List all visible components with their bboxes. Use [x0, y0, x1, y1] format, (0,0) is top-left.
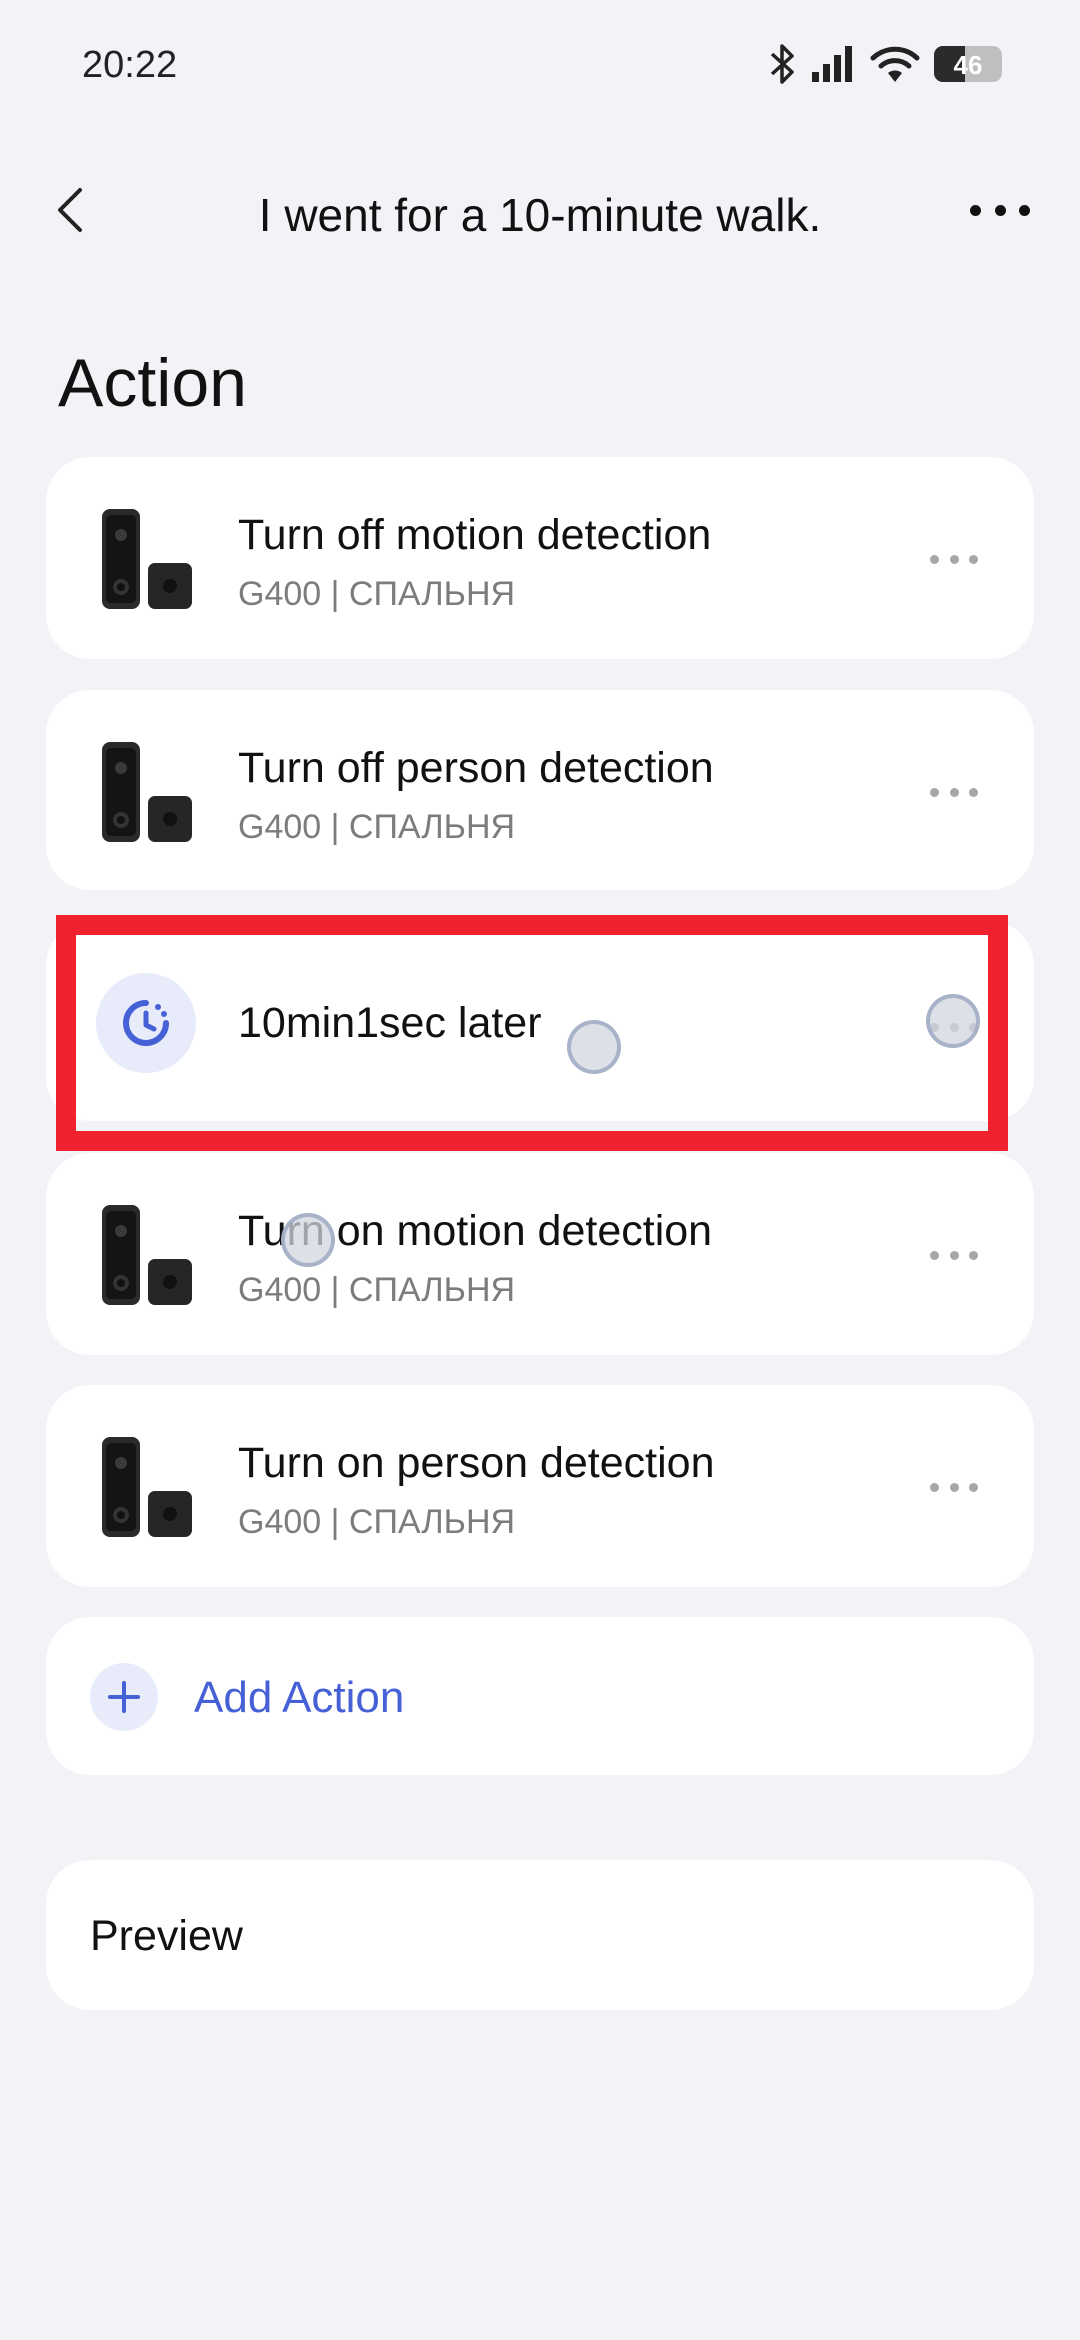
action-title: Turn off person detection	[238, 744, 714, 792]
action-subtitle: G400 | СПАЛЬНЯ	[238, 575, 516, 613]
more-horizontal-icon	[970, 204, 981, 216]
action-menu-button[interactable]	[930, 549, 978, 569]
touch-indicator	[281, 1213, 335, 1267]
action-title: Turn on person detection	[238, 1439, 715, 1487]
more-horizontal-icon	[930, 787, 939, 797]
status-bar: 20:22 46	[0, 0, 1080, 132]
action-subtitle: G400 | СПАЛЬНЯ	[238, 808, 516, 846]
screen: 20:22 46 I went for a 10-minute walk. Ac…	[0, 0, 1080, 2340]
touch-indicator	[567, 1020, 621, 1074]
bluetooth-icon	[768, 42, 796, 86]
doorbell-camera-icon	[96, 1203, 196, 1307]
wifi-icon	[870, 44, 920, 84]
action-subtitle: G400 | СПАЛЬНЯ	[238, 1271, 516, 1309]
status-time: 20:22	[82, 44, 178, 86]
preview-label: Preview	[90, 1912, 243, 1960]
action-title: 10min1sec later	[238, 999, 542, 1047]
action-card-delay-timer[interactable]: 10min1sec later	[46, 921, 1034, 1121]
preview-button[interactable]: Preview	[46, 1860, 1034, 2010]
action-menu-button[interactable]	[930, 1245, 978, 1265]
doorbell-camera-icon	[96, 740, 196, 844]
action-card-turn-off-person-detection[interactable]: Turn off person detection G400 | СПАЛЬНЯ	[46, 690, 1034, 890]
more-horizontal-icon	[930, 1250, 939, 1260]
more-button[interactable]	[970, 190, 1030, 230]
battery-level: 46	[953, 50, 983, 80]
doorbell-camera-icon	[96, 1435, 196, 1539]
back-button[interactable]	[46, 182, 102, 238]
battery-icon: 46	[934, 46, 1002, 82]
more-horizontal-icon	[930, 554, 939, 564]
action-menu-button[interactable]	[930, 782, 978, 802]
touch-indicator	[926, 994, 980, 1048]
cellular-signal-icon	[810, 44, 856, 84]
action-title: Turn off motion detection	[238, 511, 712, 559]
action-menu-button[interactable]	[930, 1477, 978, 1497]
doorbell-camera-icon	[96, 507, 196, 611]
header: I went for a 10-minute walk.	[0, 160, 1080, 260]
section-title: Action	[58, 345, 247, 421]
timer-icon	[96, 973, 196, 1073]
action-subtitle: G400 | СПАЛЬНЯ	[238, 1503, 516, 1541]
action-card-turn-on-motion-detection[interactable]: Turn on motion detection G400 | СПАЛЬНЯ	[46, 1153, 1034, 1355]
chevron-left-icon	[58, 188, 82, 232]
page-title: I went for a 10-minute walk.	[258, 189, 822, 241]
status-icons: 46	[768, 42, 1002, 86]
more-horizontal-icon	[930, 1482, 939, 1492]
add-action-label: Add Action	[194, 1673, 405, 1722]
action-card-turn-on-person-detection[interactable]: Turn on person detection G400 | СПАЛЬНЯ	[46, 1385, 1034, 1587]
plus-icon	[90, 1663, 158, 1731]
add-action-button[interactable]: Add Action	[46, 1617, 1034, 1775]
action-card-turn-off-motion-detection[interactable]: Turn off motion detection G400 | СПАЛЬНЯ	[46, 457, 1034, 659]
